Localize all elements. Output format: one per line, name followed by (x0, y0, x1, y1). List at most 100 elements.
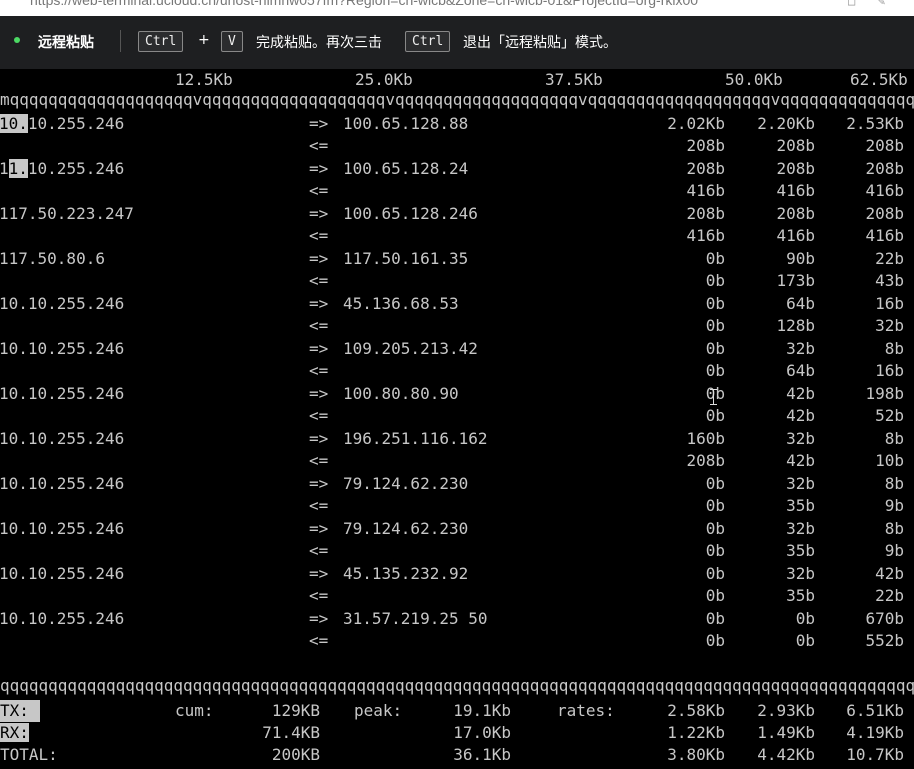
rx-rate: 0b (705, 271, 725, 290)
total-rate-40s: 10.7Kb (846, 745, 904, 764)
source-host: 117.50.223.247 (0, 204, 134, 223)
url-text[interactable]: https://web-terminal.ucloud.cn/uhost-hlm… (30, 0, 698, 8)
dest-host: 100.65.128.88 (343, 114, 469, 133)
arrow-in: <= (309, 631, 329, 650)
arrow-out: => (309, 474, 329, 493)
arrow-in: <= (309, 406, 329, 425)
source-host: 10.10.255.246 (0, 609, 125, 628)
remote-paste-toolbar: 远程粘贴 Ctrl + V 完成粘贴。再次三击 Ctrl 退出「远程粘贴」模式。 (0, 16, 914, 69)
tx-rate: 22b (875, 249, 904, 268)
toolbar-divider (120, 30, 121, 52)
dest-host: 45.135.232.92 (343, 564, 469, 583)
rx-rate: 0b (795, 631, 815, 650)
tx-rate: 0b (705, 564, 725, 583)
arrow-in: <= (309, 361, 329, 380)
total-label: TOTAL: (0, 745, 58, 764)
rx-rate: 35b (786, 541, 815, 560)
terminal-screen[interactable]: 12.5Kb 25.0Kb 37.5Kb 50.0Kb 62.5Kb mqqqq… (0, 69, 914, 769)
tx-rate: 0b (705, 474, 725, 493)
total-peak: 36.1Kb (453, 745, 511, 764)
rx-rate: 416b (865, 181, 904, 200)
tx-cum: 129KB (271, 701, 320, 720)
dest-host: 100.65.128.246 (343, 204, 478, 223)
arrow-out: => (309, 609, 329, 628)
rx-rate: 0b (705, 316, 725, 335)
rx-rate: 173b (776, 271, 815, 290)
scale-label-1: 12.5Kb (175, 70, 233, 89)
tx-peak: 19.1Kb (453, 701, 511, 720)
source-host: 117.50.80.6 (0, 249, 105, 268)
source-host: 10.10.255.246 (0, 429, 125, 448)
arrow-out: => (309, 159, 329, 178)
tx-rate: 670b (865, 609, 904, 628)
rx-rate: 0b (705, 586, 725, 605)
scale-ruler: mqqqqqqqqqqqqqqqqqqqvqqqqqqqqqqqqqqqqqqq… (0, 90, 914, 109)
rx-rate: 9b (884, 541, 904, 560)
total-cum: 200KB (271, 745, 320, 764)
ctrl-key-badge: Ctrl (138, 31, 184, 52)
dest-host: 31.57.219.25 50 (343, 609, 488, 628)
arrow-out: => (309, 249, 329, 268)
arrow-in: <= (309, 586, 329, 605)
rx-rate: 52b (875, 406, 904, 425)
rx-rate: 43b (875, 271, 904, 290)
arrow-in: <= (309, 271, 329, 290)
source-host: 10.10.255.246 (0, 384, 125, 403)
rx-rate-10s: 1.49Kb (757, 723, 815, 742)
source-host: 11.10.255.246 (0, 159, 125, 178)
arrow-out: => (309, 204, 329, 223)
tx-rate: 2.02Kb (667, 114, 725, 133)
arrow-in: <= (309, 136, 329, 155)
scale-label-4: 50.0Kb (725, 70, 783, 89)
dest-host: 79.124.62.230 (343, 519, 469, 538)
window-icon[interactable]: □ (848, 0, 855, 8)
rx-peak: 17.0Kb (453, 723, 511, 742)
dest-host: 45.136.68.53 (343, 294, 459, 313)
address-bar[interactable]: https://web-terminal.ucloud.cn/uhost-hlm… (0, 0, 914, 16)
tx-rate: 8b (884, 519, 904, 538)
v-key-badge: V (221, 31, 243, 52)
rx-rate-2s: 1.22Kb (667, 723, 725, 742)
source-host: 10.10.255.246 (0, 474, 125, 493)
arrow-in: <= (309, 181, 329, 200)
tx-rate: 160b (686, 429, 725, 448)
tx-rate: 208b (686, 204, 725, 223)
tx-rate: 32b (786, 474, 815, 493)
rx-rate: 0b (705, 406, 725, 425)
tx-rate: 16b (875, 294, 904, 313)
arrow-in: <= (309, 316, 329, 335)
tx-rate: 0b (705, 519, 725, 538)
tx-rate: 0b (705, 339, 725, 358)
edit-icon[interactable]: ✎ (878, 0, 885, 8)
tx-rate: 42b (786, 384, 815, 403)
source-host: 10.10.255.246 (0, 519, 125, 538)
rx-rate: 9b (884, 496, 904, 515)
source-host: 10.10.255.246 (0, 294, 125, 313)
tx-rate: 0b (705, 294, 725, 313)
total-rate-2s: 3.80Kb (667, 745, 725, 764)
selection-highlight: 10. (0, 114, 28, 133)
arrow-out: => (309, 294, 329, 313)
tx-rate: 8b (884, 429, 904, 448)
rx-label-text: RX: (0, 723, 29, 742)
exit-hint-text: 退出「远程粘贴」模式。 (463, 35, 617, 51)
tx-rate: 8b (884, 474, 904, 493)
plus-sign: + (198, 32, 210, 48)
rx-rate: 416b (776, 226, 815, 245)
tx-rate: 64b (786, 294, 815, 313)
rx-rate: 35b (786, 496, 815, 515)
arrow-out: => (309, 429, 329, 448)
rx-rate: 16b (875, 361, 904, 380)
tx-rate: 0b (795, 609, 815, 628)
tx-rate: 2.20Kb (757, 114, 815, 133)
tx-rate-2s: 2.58Kb (667, 701, 725, 720)
rx-label: RX: (0, 722, 29, 744)
selection-highlight: 1. (8, 159, 28, 178)
tx-rate: 42b (875, 564, 904, 583)
dest-host: 79.124.62.230 (343, 474, 469, 493)
tx-rate: 32b (786, 339, 815, 358)
rx-rate: 42b (786, 406, 815, 425)
scale-label-3: 37.5Kb (545, 70, 603, 89)
source-host: 10.10.255.246 (0, 114, 125, 133)
rx-rate: 10b (875, 451, 904, 470)
